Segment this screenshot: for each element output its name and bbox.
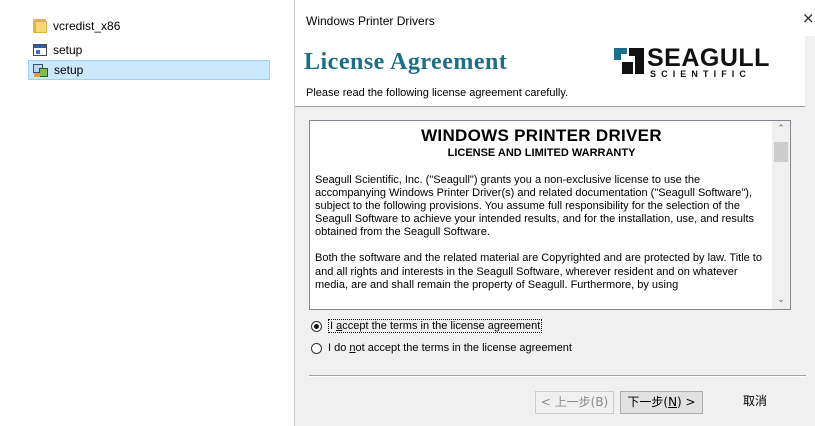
file-name: setup xyxy=(54,63,84,77)
back-button[interactable]: < 上一步(B) xyxy=(535,391,614,414)
footer-divider xyxy=(309,375,806,377)
decline-label-rest: ot accept the terms in the license agree… xyxy=(355,342,572,354)
scroll-down-arrow-icon[interactable]: ⌄ xyxy=(772,292,790,309)
file-item-setup-ini[interactable]: setup xyxy=(28,40,272,60)
license-paragraph-1: Seagull Scientific, Inc. ("Seagull") gra… xyxy=(315,174,755,239)
file-item-setup-exe[interactable]: setup xyxy=(28,60,270,80)
file-name: setup xyxy=(53,43,83,57)
file-item-vcredist[interactable]: vcredist_x86 xyxy=(28,16,272,36)
application-icon xyxy=(32,42,48,58)
next-button[interactable]: 下一步(N) > xyxy=(620,391,703,414)
page-title: License Agreement xyxy=(304,49,508,75)
license-heading: WINDOWS PRINTER DRIVER xyxy=(421,126,662,145)
license-text-box[interactable]: WINDOWS PRINTER DRIVER LICENSE AND LIMIT… xyxy=(309,120,791,310)
window-title: Windows Printer Drivers xyxy=(306,14,435,28)
seagull-logo-mark-icon xyxy=(614,48,644,74)
file-explorer-list: vcredist_x86 setup setup xyxy=(0,0,294,426)
accept-radio[interactable] xyxy=(311,320,322,332)
decline-option[interactable]: I do not accept the terms in the license… xyxy=(311,342,572,354)
next-label-suffix: ) > xyxy=(677,395,696,409)
logo-subtitle: SCIENTIFIC xyxy=(650,69,752,79)
setup-installer-icon xyxy=(33,62,49,78)
accept-label[interactable]: I accept the terms in the license agreem… xyxy=(328,319,543,333)
page-subtitle: Please read the following license agreem… xyxy=(306,87,569,99)
decline-label[interactable]: I do not accept the terms in the license… xyxy=(328,342,572,354)
license-scrollbar[interactable]: ⌃ ⌄ xyxy=(772,121,790,309)
license-subheading: LICENSE AND LIMITED WARRANTY xyxy=(447,147,636,159)
seagull-logo: SEAGULL SCIENTIFIC xyxy=(613,44,803,84)
installer-dialog: Windows Printer Drivers × License Agreem… xyxy=(294,0,815,426)
scroll-up-arrow-icon[interactable]: ⌃ xyxy=(772,121,790,138)
next-label-mnemonic: N xyxy=(668,395,678,409)
title-bar[interactable]: Windows Printer Drivers × xyxy=(295,0,815,36)
dialog-header: License Agreement Please read the follow… xyxy=(295,36,805,107)
cancel-button[interactable]: 取消 xyxy=(712,391,798,414)
license-paragraph-2: Both the software and the related materi… xyxy=(315,252,762,291)
next-label-prefix: 下一步( xyxy=(627,395,669,409)
accept-option[interactable]: I accept the terms in the license agreem… xyxy=(311,319,543,333)
decline-radio[interactable] xyxy=(311,342,322,354)
decline-label-prefix: I do xyxy=(328,342,350,354)
license-content: WINDOWS PRINTER DRIVER LICENSE AND LIMIT… xyxy=(310,121,772,309)
file-name: vcredist_x86 xyxy=(53,19,121,33)
accept-label-rest: ccept the terms in the license agreement xyxy=(342,320,541,332)
folder-icon xyxy=(32,18,48,34)
close-icon[interactable]: × xyxy=(802,10,815,26)
scroll-thumb[interactable] xyxy=(774,142,788,162)
